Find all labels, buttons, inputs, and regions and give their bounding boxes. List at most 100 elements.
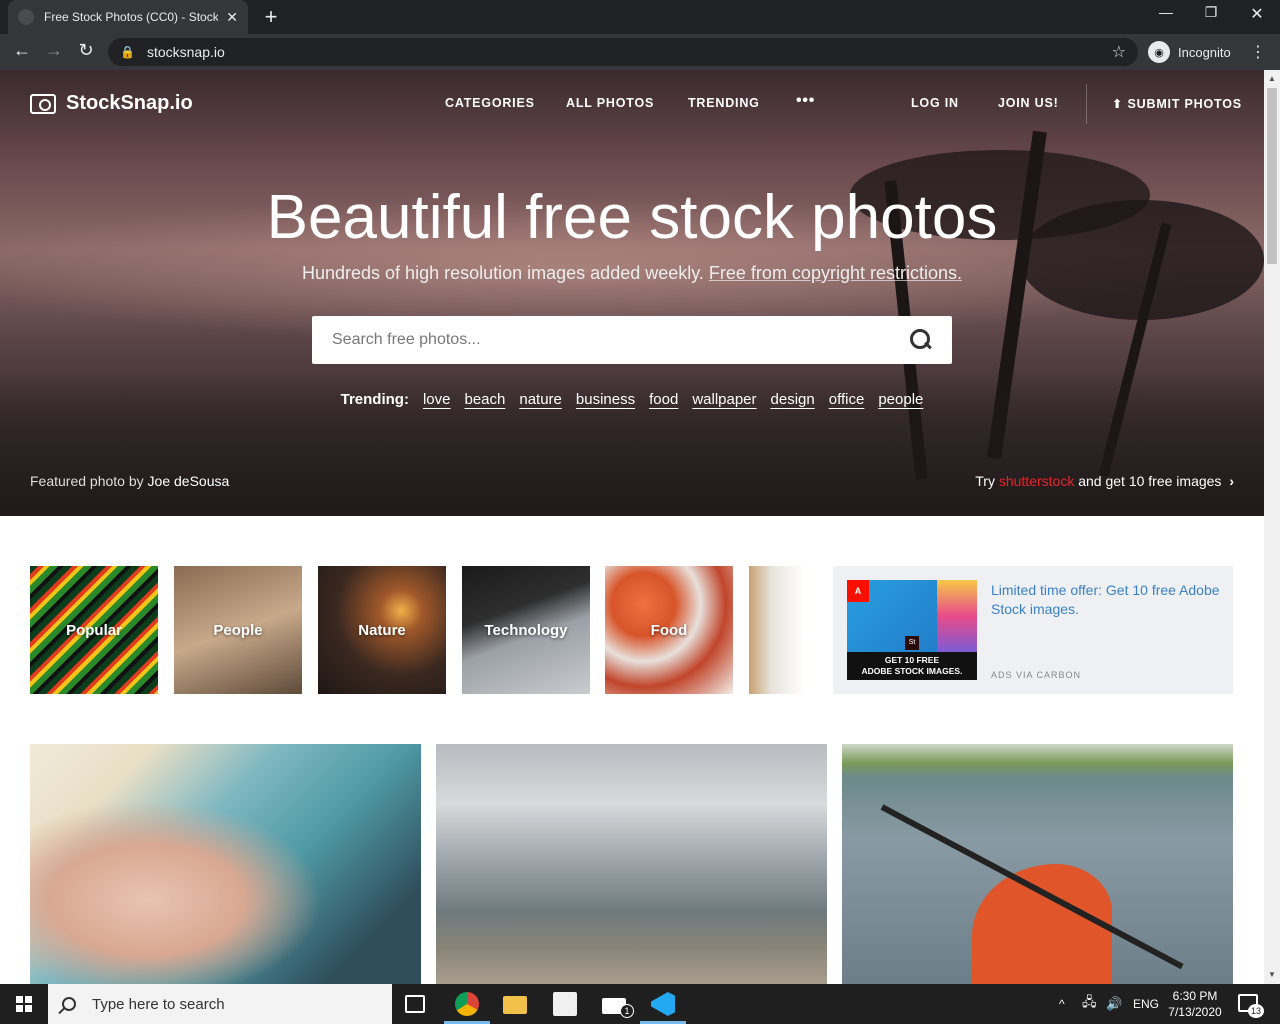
- trending-tag[interactable]: love: [423, 391, 451, 408]
- address-bar[interactable]: 🔒 stocksnap.io ☆: [108, 38, 1138, 66]
- copyright-link[interactable]: Free from copyright restrictions.: [709, 263, 962, 283]
- shutterstock-logo: shutterstock: [998, 473, 1075, 489]
- nav-trending[interactable]: TRENDING: [688, 96, 760, 110]
- nav-submit-photos[interactable]: ⬆ SUBMIT PHOTOS: [1112, 96, 1242, 111]
- trending-tag[interactable]: office: [829, 391, 865, 408]
- hero-title: Beautiful free stock photos: [266, 183, 998, 252]
- ad-text-link[interactable]: Limited time offer: Get 10 free Adobe St…: [991, 581, 1221, 619]
- window-close-button[interactable]: ✕: [1237, 4, 1277, 24]
- browser-menu-button[interactable]: ⋮: [1250, 42, 1266, 62]
- category-label: People: [213, 621, 263, 639]
- taskbar-search-placeholder: Type here to search: [92, 995, 225, 1013]
- chevron-right-icon: ›: [1229, 473, 1234, 489]
- tab-favicon-icon: [18, 9, 34, 25]
- trending-tag[interactable]: people: [878, 391, 923, 408]
- clock-date: 7/13/2020: [1168, 1005, 1222, 1019]
- scroll-down-icon[interactable]: ▼: [1264, 970, 1280, 979]
- back-button[interactable]: ←: [10, 40, 34, 61]
- task-view-icon[interactable]: [405, 995, 425, 1013]
- restore-button[interactable]: ❐: [1191, 4, 1231, 21]
- taskbar-search[interactable]: Type here to search: [48, 984, 392, 1024]
- category-food[interactable]: Food: [605, 566, 733, 694]
- ad-via-label[interactable]: ADS VIA CARBON: [991, 670, 1081, 680]
- shutterstock-promo[interactable]: Try shutterstock and get 10 free images …: [975, 473, 1234, 489]
- category-technology[interactable]: Technology: [462, 566, 590, 694]
- photo-thumbnail[interactable]: [30, 744, 421, 984]
- category-label: Food: [650, 621, 688, 639]
- network-icon[interactable]: 🖧: [1082, 984, 1097, 1024]
- photo-thumbnail[interactable]: [842, 744, 1233, 984]
- category-popular[interactable]: Popular: [30, 566, 158, 694]
- adobe-stock-icon: St: [905, 636, 919, 650]
- hero-subtitle-text: Hundreds of high resolution images added…: [302, 263, 704, 283]
- store-icon[interactable]: [553, 992, 577, 1016]
- tab-title: Free Stock Photos (CC0) - StockS: [44, 10, 219, 24]
- nav-divider: [1086, 84, 1087, 124]
- ad-image[interactable]: A St GET 10 FREE ADOBE STOCK IMAGES.: [847, 580, 977, 680]
- windows-taskbar: Type here to search 1 ^ 🖧 🔊 ENG 6:30 PM …: [0, 984, 1280, 1024]
- ad-banner-line1: GET 10 FREE: [884, 655, 940, 665]
- photo-thumbnail[interactable]: [436, 744, 827, 984]
- ad-banner-line2: ADOBE STOCK IMAGES.: [861, 666, 963, 676]
- category-partial[interactable]: [749, 566, 805, 694]
- browser-tab[interactable]: Free Stock Photos (CC0) - StockS ✕: [8, 0, 248, 34]
- trending-tag[interactable]: wallpaper: [692, 391, 756, 408]
- incognito-label: Incognito: [1178, 44, 1231, 60]
- hero-subtitle: Hundreds of high resolution images added…: [0, 263, 1264, 284]
- trending-tags: Trending: love beach nature business foo…: [0, 391, 1264, 408]
- featured-prefix: Featured photo by: [30, 473, 144, 489]
- carbon-ad[interactable]: A St GET 10 FREE ADOBE STOCK IMAGES. Lim…: [833, 566, 1233, 694]
- featured-credit: Featured photo by Joe deSousa: [30, 473, 229, 489]
- trending-tag[interactable]: food: [649, 391, 678, 408]
- nav-more-icon[interactable]: •••: [796, 92, 815, 110]
- vscode-icon[interactable]: [651, 992, 675, 1016]
- tab-close-icon[interactable]: ✕: [226, 9, 238, 26]
- file-explorer-icon[interactable]: [503, 996, 527, 1014]
- browser-toolbar: ← → ↻ 🔒 stocksnap.io ☆ ◉ Incognito ⋮: [0, 34, 1280, 70]
- search-icon[interactable]: [910, 329, 932, 351]
- clock-time: 6:30 PM: [1172, 989, 1218, 1003]
- page-scrollbar[interactable]: ▲ ▼: [1264, 70, 1280, 984]
- category-people[interactable]: People: [174, 566, 302, 694]
- reload-button[interactable]: ↻: [74, 40, 98, 61]
- system-clock[interactable]: 6:30 PM 7/13/2020: [1160, 988, 1230, 1020]
- adobe-logo-icon: A: [847, 580, 869, 602]
- nav-join[interactable]: JOIN US!: [998, 96, 1059, 110]
- nav-categories[interactable]: CATEGORIES: [445, 96, 535, 110]
- web-page: StockSnap.io CATEGORIES ALL PHOTOS TREND…: [0, 70, 1264, 984]
- search-input[interactable]: [332, 331, 910, 349]
- volume-icon[interactable]: 🔊: [1106, 984, 1122, 1024]
- scrollbar-thumb[interactable]: [1267, 88, 1277, 264]
- notification-count: 13: [1248, 1004, 1264, 1018]
- site-logo[interactable]: StockSnap.io: [30, 92, 193, 115]
- trending-tag[interactable]: nature: [519, 391, 562, 408]
- ad-model-decor: [937, 580, 977, 652]
- featured-author-link[interactable]: Joe deSousa: [148, 473, 230, 489]
- promo-try: Try: [975, 473, 995, 489]
- language-indicator[interactable]: ENG: [1133, 984, 1159, 1024]
- tray-chevron-icon[interactable]: ^: [1059, 984, 1065, 1024]
- search-box: [312, 316, 952, 364]
- trending-tag[interactable]: business: [576, 391, 635, 408]
- category-nature[interactable]: Nature: [318, 566, 446, 694]
- bookmark-star-icon[interactable]: ☆: [1112, 42, 1126, 62]
- trending-label: Trending:: [340, 391, 409, 408]
- trending-tag[interactable]: beach: [464, 391, 505, 408]
- start-button[interactable]: [0, 984, 48, 1024]
- new-tab-button[interactable]: +: [258, 4, 284, 30]
- windows-logo-icon: [16, 996, 32, 1012]
- camera-icon: [30, 93, 56, 114]
- scroll-up-icon[interactable]: ▲: [1264, 74, 1280, 83]
- lock-icon: 🔒: [120, 45, 135, 59]
- forward-button[interactable]: →: [42, 40, 66, 61]
- incognito-icon: ◉: [1148, 41, 1170, 63]
- url-text[interactable]: stocksnap.io: [147, 44, 1112, 60]
- promo-text: and get 10 free images: [1078, 473, 1222, 489]
- nav-login[interactable]: LOG IN: [911, 96, 959, 110]
- incognito-indicator[interactable]: ◉ Incognito: [1148, 39, 1231, 65]
- minimize-button[interactable]: —: [1146, 4, 1186, 20]
- nav-all-photos[interactable]: ALL PHOTOS: [566, 96, 654, 110]
- search-icon: [62, 997, 76, 1011]
- trending-tag[interactable]: design: [771, 391, 815, 408]
- chrome-icon[interactable]: [455, 992, 479, 1016]
